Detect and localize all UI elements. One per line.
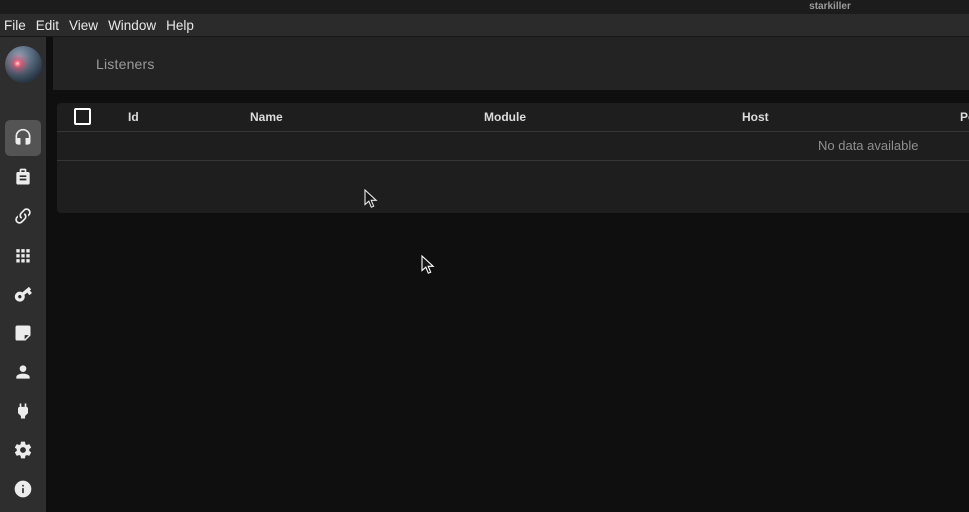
os-title-bar: starkiller <box>0 0 969 14</box>
sidebar-item-about[interactable] <box>0 469 46 508</box>
menu-bar: File Edit View Window Help <box>0 14 969 37</box>
person-icon <box>5 354 41 390</box>
column-header-name[interactable]: Name <box>250 103 283 131</box>
column-header-id[interactable]: Id <box>128 103 139 131</box>
menu-window[interactable]: Window <box>108 18 156 33</box>
menu-view[interactable]: View <box>69 18 98 33</box>
sidebar-item-credentials[interactable] <box>0 274 46 313</box>
empty-state-row: No data available <box>57 132 969 161</box>
column-header-host[interactable]: Host <box>742 103 769 131</box>
sidebar-item-agents[interactable] <box>0 196 46 235</box>
mouse-cursor-icon <box>421 255 435 275</box>
sidebar-nav <box>0 118 46 508</box>
column-header-port[interactable]: Port <box>960 103 969 131</box>
sidebar-item-settings[interactable] <box>0 430 46 469</box>
note-icon <box>5 315 41 351</box>
listeners-table: Id Name Module Host Port No data availab… <box>57 103 969 213</box>
sidebar-item-listeners[interactable] <box>0 118 46 157</box>
gear-icon <box>5 432 41 468</box>
suitcase-icon <box>5 159 41 195</box>
sidebar-item-plugins[interactable] <box>0 391 46 430</box>
key-icon <box>5 276 41 312</box>
no-data-text: No data available <box>818 132 918 160</box>
select-all-checkbox[interactable] <box>74 108 91 125</box>
sidebar-item-users[interactable] <box>0 352 46 391</box>
page-title: Listeners <box>96 56 155 72</box>
starkiller-logo <box>5 46 42 83</box>
sidebar-item-reporting[interactable] <box>0 313 46 352</box>
grid-icon <box>5 237 41 273</box>
sidebar <box>0 37 46 512</box>
plug-icon <box>5 393 41 429</box>
menu-file[interactable]: File <box>4 18 26 33</box>
link-icon <box>5 198 41 234</box>
window-title: starkiller <box>809 0 851 14</box>
headphones-icon <box>5 120 41 156</box>
sidebar-item-stagers[interactable] <box>0 157 46 196</box>
table-header-row: Id Name Module Host Port <box>57 103 969 132</box>
page-toolbar: Listeners <box>53 37 969 90</box>
sidebar-item-modules[interactable] <box>0 235 46 274</box>
table-footer <box>57 161 969 213</box>
column-header-module[interactable]: Module <box>484 103 526 131</box>
info-icon <box>5 471 41 507</box>
menu-edit[interactable]: Edit <box>36 18 59 33</box>
menu-help[interactable]: Help <box>166 18 194 33</box>
